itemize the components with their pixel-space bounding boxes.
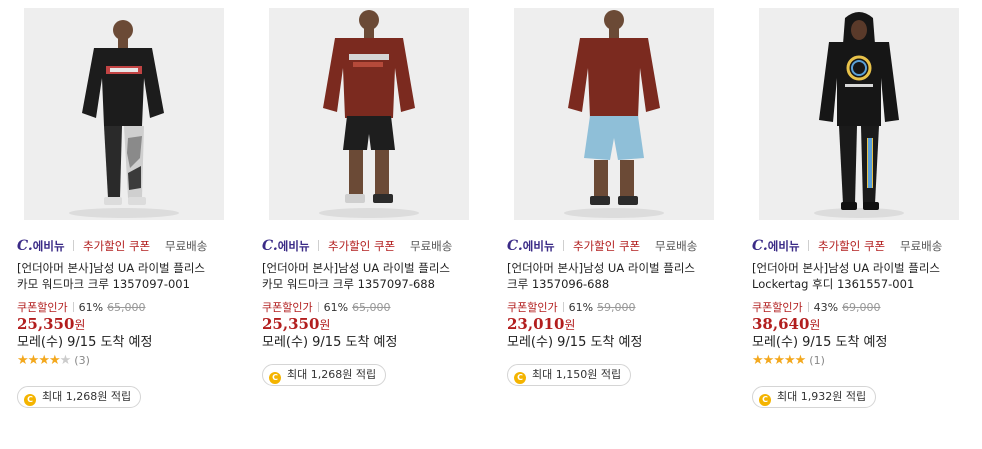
reward-points-text: 최대 1,268원 적립 [42,390,132,403]
currency-unit: 원 [809,318,821,332]
currency-unit: 원 [564,318,576,332]
discount-rate: 61% [568,301,594,314]
extra-discount-coupon[interactable]: 추가할인 쿠폰 [83,238,150,254]
product-title-line2[interactable]: Lockertag 후디 1361557-001 [752,276,982,292]
star-empty-icon: ★ [59,353,72,368]
coupon-price-row: 쿠폰할인가 61% 65,000 [262,299,391,315]
brand-line: C.에비뉴 추가할인 쿠폰 무료배송 [17,238,247,254]
delivery-estimate: 모레(수) 9/15 도착 예정 [17,335,153,350]
discount-rate: 61% [78,301,104,314]
divider [562,302,564,312]
brand-line: C.에비뉴 추가할인 쿠폰 무료배송 [752,238,982,254]
star-icon: ★ [17,353,29,368]
product-image[interactable] [759,8,959,220]
original-price: 59,000 [597,301,636,314]
rating[interactable]: ★★★★★ (3) [17,353,90,368]
coupon-price-row: 쿠폰할인가 61% 59,000 [507,299,636,315]
coupon-price-label: 쿠폰할인가 [752,301,803,314]
coin-icon: C [514,372,526,384]
coin-icon: C [759,394,771,406]
divider [807,302,809,312]
product-image[interactable] [269,8,469,220]
coupon-price-label: 쿠폰할인가 [262,301,313,314]
product-image[interactable] [24,8,224,220]
currency-unit: 원 [319,318,331,332]
coin-icon: C [24,394,36,406]
free-shipping-label: 무료배송 [655,239,698,253]
brand-line: C.에비뉴 추가할인 쿠폰 무료배송 [262,238,492,254]
reward-points-badge: C 최대 1,268원 적립 [17,386,142,408]
product-title[interactable]: [언더아머 본사]남성 UA 라이벌 플리스 카모 워드마크 크루 135709… [262,260,492,292]
star-icon: ★ [27,353,40,368]
currency-unit: 원 [74,318,86,332]
delivery-estimate: 모레(수) 9/15 도착 예정 [262,335,398,350]
extra-discount-coupon[interactable]: 추가할인 쿠폰 [328,238,395,254]
free-shipping-label: 무료배송 [165,239,208,253]
coupon-price-label: 쿠폰할인가 [17,301,68,314]
original-price: 69,000 [842,301,881,314]
divider [317,302,319,312]
original-price: 65,000 [352,301,391,314]
product-title[interactable]: [언더아머 본사]남성 UA 라이벌 플리스 카모 워드마크 크루 135709… [17,260,247,292]
divider [808,240,809,251]
reward-points-text: 최대 1,932원 적립 [777,390,867,403]
divider [73,240,74,251]
star-icon: ★ [762,353,775,368]
star-icon: ★ [48,353,61,368]
star-icon: ★ [38,353,50,368]
original-price: 65,000 [107,301,146,314]
product-title[interactable]: [언더아머 본사]남성 UA 라이벌 플리스 크루 1357096-688 [507,260,737,292]
extra-discount-coupon[interactable]: 추가할인 쿠폰 [573,238,640,254]
product-title-line1[interactable]: [언더아머 본사]남성 UA 라이벌 플리스 [262,260,492,276]
brand-logo[interactable]: C.에비뉴 [17,238,65,254]
free-shipping-label: 무료배송 [900,239,943,253]
reward-points-badge: C 최대 1,150원 적립 [507,364,632,386]
coupon-price-row: 쿠폰할인가 61% 65,000 [17,299,146,315]
product-title-line1[interactable]: [언더아머 본사]남성 UA 라이벌 플리스 [17,260,247,276]
product-title[interactable]: [언더아머 본사]남성 UA 라이벌 플리스 Lockertag 후디 1361… [752,260,982,292]
product-title-line1[interactable]: [언더아머 본사]남성 UA 라이벌 플리스 [752,260,982,276]
reward-points-text: 최대 1,268원 적립 [287,368,377,381]
star-icon: ★ [773,353,785,368]
brand-logo[interactable]: C.에비뉴 [752,238,800,254]
discount-rate: 61% [323,301,349,314]
reward-points-badge: C 최대 1,268원 적립 [262,364,387,386]
review-count[interactable]: (1) [809,354,825,367]
delivery-estimate: 모레(수) 9/15 도착 예정 [507,335,643,350]
divider [563,240,564,251]
rating[interactable]: ★★★★★ (1) [752,353,825,368]
product-image[interactable] [514,8,714,220]
star-icon: ★ [752,353,764,368]
divider [318,240,319,251]
product-title-line2[interactable]: 크루 1357096-688 [507,276,737,292]
product-title-line1[interactable]: [언더아머 본사]남성 UA 라이벌 플리스 [507,260,737,276]
coin-icon: C [269,372,281,384]
coupon-price-row: 쿠폰할인가 43% 69,000 [752,299,881,315]
discount-rate: 43% [813,301,839,314]
brand-line: C.에비뉴 추가할인 쿠폰 무료배송 [507,238,737,254]
product-title-line2[interactable]: 카모 워드마크 크루 1357097-001 [17,276,247,292]
divider [72,302,74,312]
product-title-line2[interactable]: 카모 워드마크 크루 1357097-688 [262,276,492,292]
star-icon: ★ [783,353,796,368]
star-icon: ★ [794,353,807,368]
free-shipping-label: 무료배송 [410,239,453,253]
review-count[interactable]: (3) [74,354,90,367]
reward-points-text: 최대 1,150원 적립 [532,368,622,381]
delivery-estimate: 모레(수) 9/15 도착 예정 [752,335,888,350]
brand-logo[interactable]: C.에비뉴 [262,238,310,254]
reward-points-badge: C 최대 1,932원 적립 [752,386,877,408]
extra-discount-coupon[interactable]: 추가할인 쿠폰 [818,238,885,254]
brand-logo[interactable]: C.에비뉴 [507,238,555,254]
coupon-price-label: 쿠폰할인가 [507,301,558,314]
